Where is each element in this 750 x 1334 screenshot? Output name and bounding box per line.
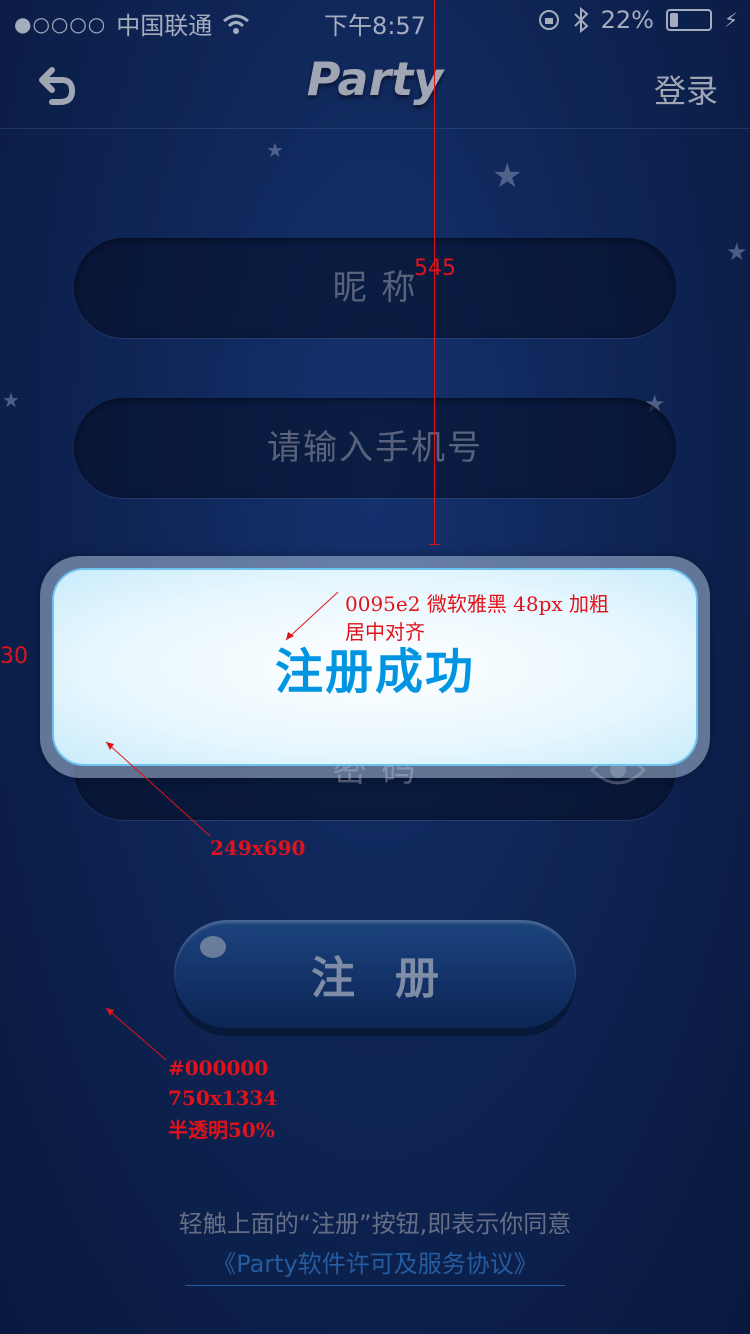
annotation-overlay-size: 750x1334 xyxy=(168,1086,278,1110)
annotation-arrow xyxy=(285,591,339,641)
annotation-align-note: 居中对齐 xyxy=(345,620,425,644)
annotation-side-measure: 30 xyxy=(0,644,28,669)
annotation-dialog-size: 249x690 xyxy=(210,836,306,860)
annotation-arrow xyxy=(105,1007,167,1061)
annotation-font-note: 0095e2 微软雅黑 48px 加粗 xyxy=(345,592,610,616)
annotation-vertical-measure: 545 xyxy=(414,256,456,281)
annotation-overlay-color: #000000 xyxy=(168,1056,269,1080)
annotation-overlay-opacity: 半透明50% xyxy=(168,1118,275,1142)
measure-tick xyxy=(429,544,440,545)
annotation-arrow xyxy=(105,741,211,837)
